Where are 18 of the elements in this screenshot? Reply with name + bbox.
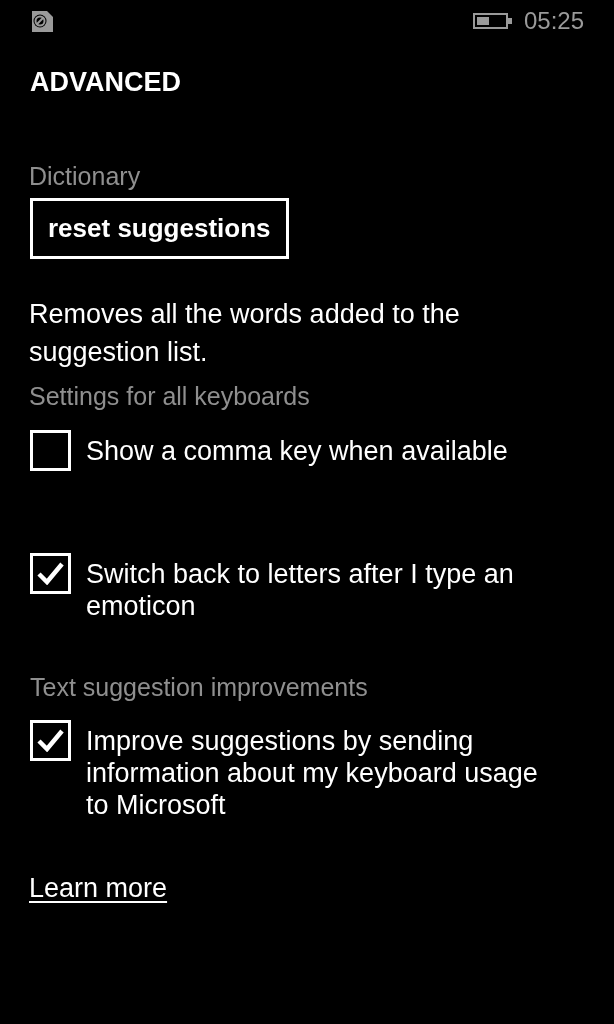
learn-more-link[interactable]: Learn more <box>29 872 168 904</box>
checkbox-label: Switch back to letters after I type an emoticon <box>86 558 515 622</box>
checkmark-icon <box>37 729 64 752</box>
sim-card-icon <box>30 9 55 33</box>
battery-icon <box>472 13 513 29</box>
checkmark-icon <box>37 562 64 585</box>
checkbox[interactable] <box>30 430 71 471</box>
status-time: 05:25 <box>523 7 584 35</box>
checkbox-label: Show a comma key when available <box>86 435 509 467</box>
checkbox-label: Improve suggestions by sending information about my keyboard usage to Microsoft <box>86 725 539 821</box>
page-title: ADVANCED <box>30 66 181 98</box>
section-header: Dictionary <box>29 161 141 192</box>
reset-suggestions-button[interactable]: reset suggestions <box>30 198 289 259</box>
section-header: Text suggestion improvements <box>30 672 368 703</box>
description-text: Removes all the words added to the suggestion list. <box>29 298 461 369</box>
checkbox[interactable] <box>30 720 71 761</box>
checkbox[interactable] <box>30 553 71 594</box>
section-header: Settings for all keyboards <box>29 381 310 412</box>
